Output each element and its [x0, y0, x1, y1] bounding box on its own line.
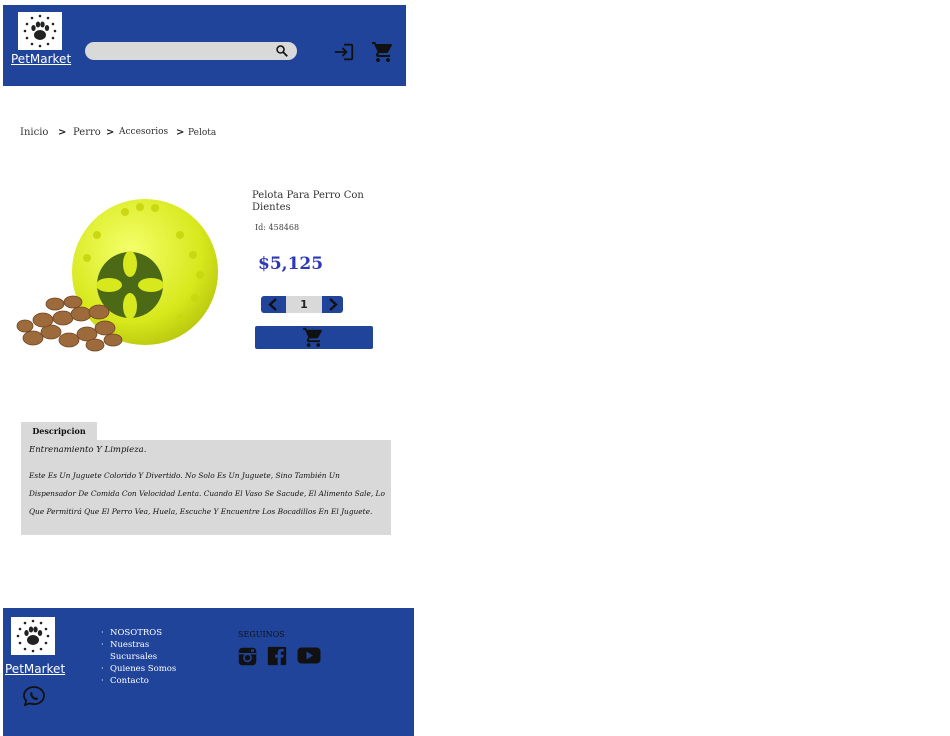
footer-link-contacto[interactable]: Contacto — [100, 675, 180, 687]
product-price: $5,125 — [258, 254, 324, 274]
tab-descripcion[interactable]: Descripcion — [21, 422, 97, 440]
cart-icon[interactable] — [371, 40, 395, 64]
chevron-left-icon — [268, 298, 277, 311]
chevron-right-icon — [329, 298, 338, 311]
footer-link-quienes-somos[interactable]: Quienes Somos — [100, 663, 180, 675]
whatsapp-icon[interactable] — [22, 685, 46, 707]
header: PetMarket — [3, 5, 406, 86]
breadcrumb-separator: > — [106, 127, 115, 138]
search-input[interactable] — [85, 42, 297, 60]
cart-icon — [302, 327, 322, 347]
follow-label: SEGUINOS — [238, 630, 285, 639]
footer-logo[interactable] — [11, 617, 55, 655]
quantity-decrease-button[interactable] — [261, 296, 286, 313]
login-icon[interactable] — [333, 41, 355, 63]
page: PetMarket Inicio > Perro > Accesorios > … — [0, 0, 950, 736]
breadcrumb-separator: > — [58, 127, 67, 138]
breadcrumb-separator: > — [176, 127, 185, 138]
brand-name[interactable]: PetMarket — [11, 52, 71, 66]
product-image — [16, 199, 218, 352]
breadcrumb-pelota[interactable]: Pelota — [188, 128, 216, 138]
quantity-stepper: 1 — [261, 296, 343, 313]
breadcrumb-inicio[interactable]: Inicio — [20, 127, 48, 138]
add-to-cart-button[interactable] — [255, 326, 373, 349]
product-title: Pelota Para Perro Con Dientes — [252, 190, 364, 213]
quantity-value[interactable]: 1 — [286, 296, 322, 313]
description-panel: Entrenamiento Y Limpieza. Este Es Un Jug… — [21, 440, 391, 535]
description-heading: Entrenamiento Y Limpieza. — [29, 445, 147, 455]
footer-brand-name[interactable]: PetMarket — [5, 662, 65, 676]
footer-link-nosotros[interactable]: NOSOTROS — [100, 627, 180, 639]
search-icon[interactable] — [275, 44, 289, 58]
instagram-icon[interactable] — [237, 646, 258, 667]
breadcrumb-accesorios[interactable]: Accesorios — [119, 127, 168, 137]
facebook-icon[interactable] — [267, 646, 287, 666]
paw-logo-icon — [16, 619, 50, 653]
quantity-increase-button[interactable] — [322, 296, 343, 313]
footer-links: NOSOTROS Nuestras Sucursales Quienes Som… — [100, 627, 180, 687]
footer-link-sucursales[interactable]: Nuestras Sucursales — [100, 639, 180, 663]
footer: PetMarket NOSOTROS Nuestras Sucursales Q… — [3, 608, 414, 736]
description-body: Este Es Un Juguete Colorido Y Divertido.… — [29, 471, 385, 516]
logo[interactable] — [18, 12, 62, 50]
paw-logo-icon — [23, 14, 57, 48]
youtube-icon[interactable] — [297, 647, 321, 664]
product-id: Id: 458468 — [255, 223, 300, 232]
breadcrumb-perro[interactable]: Perro — [73, 127, 101, 138]
